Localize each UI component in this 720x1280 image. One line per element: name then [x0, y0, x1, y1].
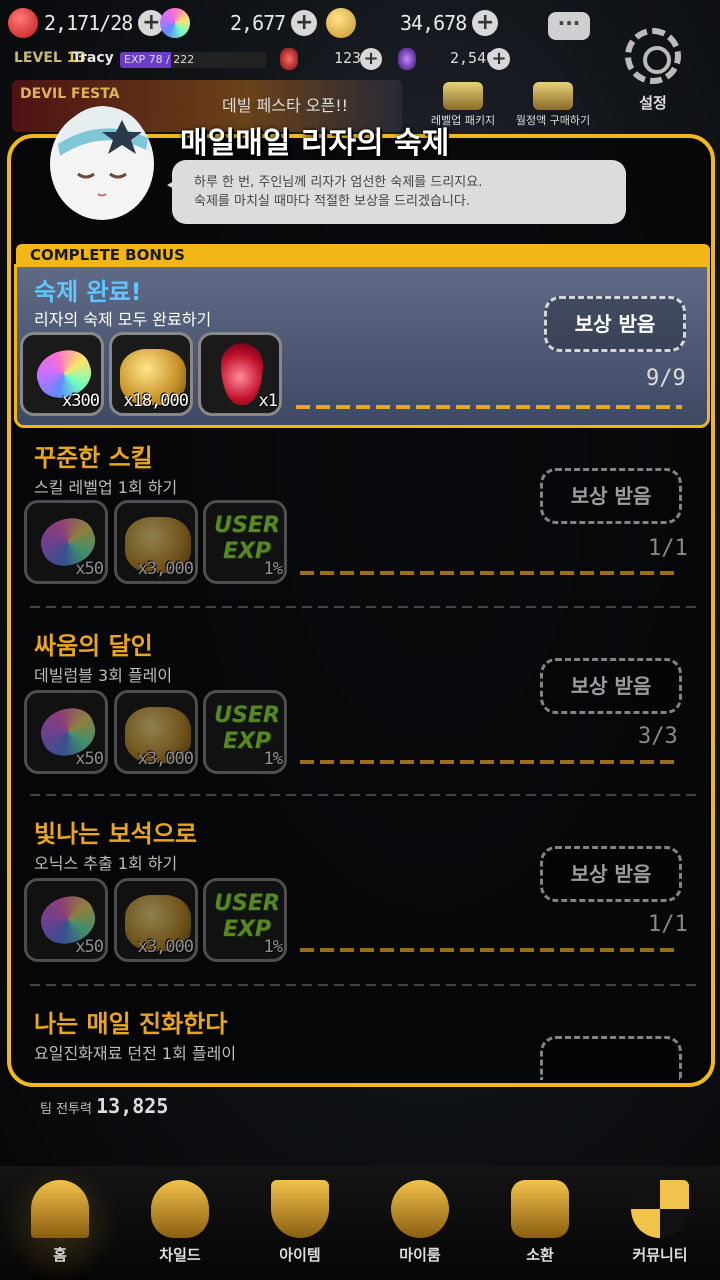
- quest-desc: 스킬 레벨업 1회 하기: [34, 478, 178, 497]
- reward-gem[interactable]: x50: [24, 500, 108, 584]
- quest-title: 빛나는 보석으로: [34, 820, 197, 848]
- reward-gold[interactable]: x3,000: [114, 500, 198, 584]
- divider: [30, 984, 698, 986]
- reward-qty: 1%: [263, 559, 284, 579]
- quest-title: 꾸준한 스킬: [34, 444, 153, 472]
- quest-title: 싸움의 달인: [34, 632, 153, 660]
- reward-qty: x50: [75, 749, 104, 769]
- quest-desc: 데빌럼블 3회 플레이: [34, 666, 173, 685]
- divider: [30, 794, 698, 796]
- reward-user-exp[interactable]: USER EXP 1%: [203, 690, 287, 774]
- reward-qty: 1%: [263, 749, 284, 769]
- reward-qty: 1%: [263, 937, 284, 957]
- gate-icon: [31, 1180, 89, 1238]
- claim-reward-button[interactable]: 보상 받음: [540, 658, 682, 714]
- team-power-value: 13,825: [96, 1094, 169, 1118]
- claim-reward-button[interactable]: [540, 1036, 682, 1080]
- reward-gem[interactable]: x50: [24, 690, 108, 774]
- claim-reward-button[interactable]: 보상 받음: [540, 846, 682, 902]
- quest-desc: 오닉스 추출 1회 하기: [34, 854, 178, 873]
- nav-item[interactable]: 아이템: [240, 1166, 360, 1280]
- nav-myroom[interactable]: 마이룸: [360, 1166, 480, 1280]
- nav-label: 마이룸: [399, 1246, 441, 1264]
- crown-icon: [391, 1180, 449, 1238]
- reward-qty: x3,000: [137, 559, 194, 579]
- nav-label: 홈: [53, 1246, 67, 1264]
- nav-label: 차일드: [159, 1246, 201, 1264]
- quest-title: 나는 매일 진화한다: [34, 1010, 228, 1038]
- divider: [30, 606, 698, 608]
- quest-progress: 1/1: [648, 536, 688, 561]
- claim-reward-button[interactable]: 보상 받음: [540, 468, 682, 524]
- nav-home[interactable]: 홈: [0, 1166, 120, 1280]
- reward-qty: x50: [75, 559, 104, 579]
- quest-progress-bar: [300, 760, 680, 764]
- quest-progress-bar: [300, 571, 680, 575]
- nav-summon[interactable]: 소환: [480, 1166, 600, 1280]
- reward-user-exp[interactable]: USER EXP 1%: [203, 878, 287, 962]
- nav-label: 커뮤니티: [632, 1246, 688, 1264]
- quest-desc: 요일진화재료 던전 1회 플레이: [34, 1044, 237, 1063]
- nav-label: 소환: [526, 1246, 554, 1264]
- team-power-label: 팀 전투력: [40, 1102, 92, 1117]
- reward-qty: x3,000: [137, 749, 194, 769]
- reward-qty: x3,000: [137, 937, 194, 957]
- nav-label: 아이템: [279, 1246, 321, 1264]
- quest-progress: 1/1: [648, 912, 688, 937]
- nav-community[interactable]: 커뮤니티: [600, 1166, 720, 1280]
- reward-qty: x50: [75, 937, 104, 957]
- quest-progress-bar: [300, 948, 680, 952]
- bottom-nav: 홈 차일드 아이템 마이룸 소환 커뮤니티: [0, 1166, 720, 1280]
- sword-shield-icon: [271, 1180, 329, 1238]
- nav-child[interactable]: 차일드: [120, 1166, 240, 1280]
- quest-list: 꾸준한 스킬 스킬 레벨업 1회 하기 x50 x3,000 USER EXP 1%…: [0, 0, 720, 1280]
- reward-gold[interactable]: x3,000: [114, 690, 198, 774]
- reward-gold[interactable]: x3,000: [114, 878, 198, 962]
- flame-icon: [151, 1180, 209, 1238]
- reward-user-exp[interactable]: USER EXP 1%: [203, 500, 287, 584]
- potion-icon: [511, 1180, 569, 1238]
- reward-gem[interactable]: x50: [24, 878, 108, 962]
- checkered-shield-icon: [631, 1180, 689, 1238]
- team-power: 팀 전투력 13,825: [40, 1094, 168, 1118]
- quest-progress: 3/3: [638, 724, 678, 749]
